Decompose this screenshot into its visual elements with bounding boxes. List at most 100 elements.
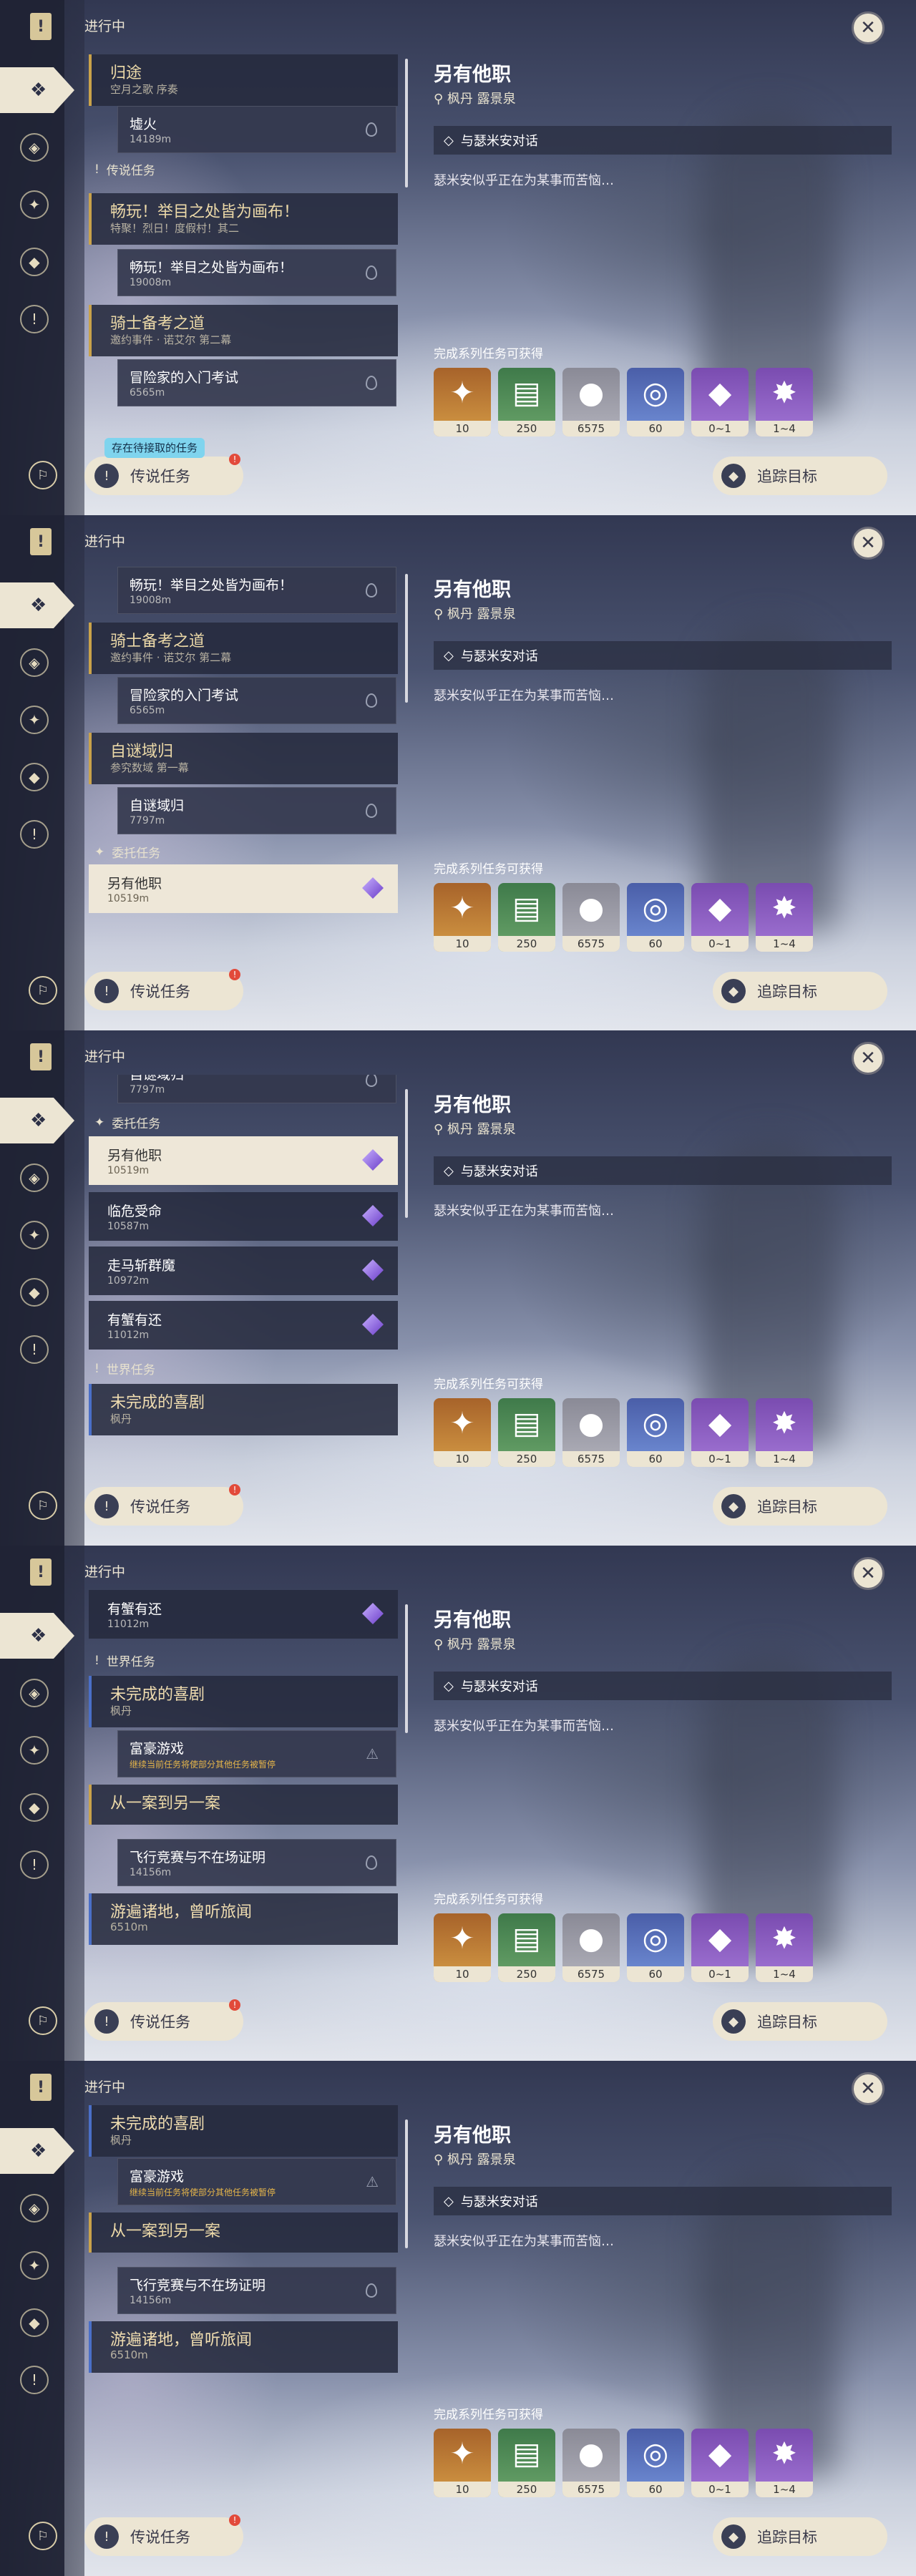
list-scrollbar[interactable] bbox=[405, 574, 408, 703]
commission-tab-icon[interactable]: ◆ bbox=[20, 763, 49, 791]
world-quest-tab-icon[interactable]: ! bbox=[20, 1850, 49, 1879]
legend-quest-tab-icon[interactable]: ✦ bbox=[20, 190, 49, 219]
commission-tab-icon[interactable]: ◆ bbox=[20, 1278, 49, 1307]
reward-item[interactable]: ◎ 60 bbox=[627, 2429, 684, 2497]
reward-item[interactable]: ● 6575 bbox=[562, 368, 620, 436]
quest-log-icon[interactable]: ⚐ bbox=[29, 2522, 57, 2550]
quest-card[interactable]: 未完成的喜剧 枫丹 bbox=[89, 2105, 398, 2157]
commission-tab-icon[interactable]: ◆ bbox=[20, 248, 49, 276]
commission-card[interactable]: 临危受命 10587m bbox=[89, 1192, 398, 1241]
track-objective-button[interactable]: ◆ 追踪目标 bbox=[713, 2517, 887, 2556]
reward-item[interactable]: ▤ 250 bbox=[498, 368, 555, 436]
selected-commission[interactable]: 另有他职 10519m bbox=[89, 864, 398, 913]
list-scrollbar[interactable] bbox=[405, 1604, 408, 1733]
reward-item[interactable]: ✸ 1~4 bbox=[756, 1913, 813, 1982]
all-quests-tab[interactable]: ❖ bbox=[0, 1098, 74, 1143]
world-quest-tab-icon[interactable]: ! bbox=[20, 2366, 49, 2394]
quest-card[interactable]: 从一案到另一案 bbox=[89, 2212, 398, 2253]
quest-card[interactable]: 自谜域归 参究数域 第一幕 bbox=[89, 733, 398, 784]
quest-log-icon[interactable]: ⚐ bbox=[29, 2006, 57, 2035]
reward-item[interactable]: ◆ 0~1 bbox=[691, 368, 749, 436]
quest-step[interactable]: 飞行竞赛与不在场证明 14156m bbox=[117, 2267, 396, 2314]
quest-step[interactable]: 冒险家的入门考试 6565m bbox=[117, 677, 396, 724]
reward-item[interactable]: ◆ 0~1 bbox=[691, 1398, 749, 1467]
quest-card[interactable]: 游遍诸地，曾听旅闻 6510m bbox=[89, 2321, 398, 2373]
track-objective-button[interactable]: ◆ 追踪目标 bbox=[713, 457, 887, 495]
quest-card[interactable]: 未完成的喜剧 枫丹 bbox=[89, 1384, 398, 1435]
archon-quest-tab-icon[interactable]: ◈ bbox=[20, 1163, 49, 1192]
quest-card[interactable]: 骑士备考之道 邀约事件 · 诺艾尔 第二幕 bbox=[89, 623, 398, 674]
close-button[interactable]: ✕ bbox=[852, 2072, 885, 2105]
quest-step[interactable]: 墟火 14189m bbox=[117, 106, 396, 153]
list-scrollbar[interactable] bbox=[405, 1089, 408, 1218]
close-button[interactable]: ✕ bbox=[852, 1557, 885, 1590]
all-quests-tab[interactable]: ❖ bbox=[0, 2128, 74, 2174]
reward-item[interactable]: ◆ 0~1 bbox=[691, 2429, 749, 2497]
quest-step[interactable]: 飞行竞赛与不在场证明 14156m bbox=[117, 1839, 396, 1886]
quest-step[interactable]: 自谜域归 7797m bbox=[117, 787, 396, 834]
quest-log-icon[interactable]: ⚐ bbox=[29, 461, 57, 489]
track-objective-button[interactable]: ◆ 追踪目标 bbox=[713, 1487, 887, 1526]
reward-item[interactable]: ◎ 60 bbox=[627, 883, 684, 952]
quest-step[interactable]: 富豪游戏 继续当前任务将使部分其他任务被暂停 ⚠ bbox=[117, 1730, 396, 1777]
quest-card[interactable]: 游遍诸地，曾听旅闻 6510m bbox=[89, 1893, 398, 1945]
reward-item[interactable]: ◆ 0~1 bbox=[691, 1913, 749, 1982]
quest-step[interactable]: 畅玩！举目之处皆为画布！ 19008m bbox=[117, 567, 396, 614]
legend-quest-tab-icon[interactable]: ✦ bbox=[20, 2251, 49, 2280]
reward-item[interactable]: ✦ 10 bbox=[434, 2429, 491, 2497]
list-scrollbar[interactable] bbox=[405, 59, 408, 187]
reward-item[interactable]: ◆ 0~1 bbox=[691, 883, 749, 952]
world-quest-tab-icon[interactable]: ! bbox=[20, 820, 49, 849]
world-quest-tab-icon[interactable]: ! bbox=[20, 1335, 49, 1364]
reward-item[interactable]: ▤ 250 bbox=[498, 1398, 555, 1467]
all-quests-tab[interactable]: ❖ bbox=[0, 1613, 74, 1659]
reward-item[interactable]: ◎ 60 bbox=[627, 368, 684, 436]
reward-item[interactable]: ✸ 1~4 bbox=[756, 368, 813, 436]
close-button[interactable]: ✕ bbox=[852, 1042, 885, 1075]
reward-item[interactable]: ✦ 10 bbox=[434, 1913, 491, 1982]
reward-item[interactable]: ✸ 1~4 bbox=[756, 883, 813, 952]
track-objective-button[interactable]: ◆ 追踪目标 bbox=[713, 2002, 887, 2041]
legend-quest-tab-icon[interactable]: ✦ bbox=[20, 1736, 49, 1765]
list-scrollbar[interactable] bbox=[405, 2119, 408, 2248]
reward-item[interactable]: ✦ 10 bbox=[434, 1398, 491, 1467]
reward-item[interactable]: ▤ 250 bbox=[498, 883, 555, 952]
reward-item[interactable]: ✸ 1~4 bbox=[756, 2429, 813, 2497]
quest-card[interactable]: 畅玩！举目之处皆为画布！ 特聚！烈日！度假村！其二 bbox=[89, 193, 398, 245]
reward-item[interactable]: ▤ 250 bbox=[498, 1913, 555, 1982]
reward-item[interactable]: ▤ 250 bbox=[498, 2429, 555, 2497]
commission-tab-icon[interactable]: ◆ bbox=[20, 2308, 49, 2337]
legend-quests-button[interactable]: ! 传说任务 bbox=[84, 2517, 243, 2556]
selected-commission[interactable]: 另有他职 10519m bbox=[89, 1136, 398, 1185]
archon-quest-tab-icon[interactable]: ◈ bbox=[20, 648, 49, 677]
quest-step[interactable]: 冒险家的入门考试 6565m bbox=[117, 359, 396, 406]
archon-quest-tab-icon[interactable]: ◈ bbox=[20, 1679, 49, 1707]
quest-step[interactable]: 自谜域归 7797m bbox=[117, 1075, 396, 1103]
archon-quest-tab-icon[interactable]: ◈ bbox=[20, 133, 49, 162]
quest-card[interactable]: 从一案到另一案 bbox=[89, 1785, 398, 1825]
legend-quests-button[interactable]: ! 传说任务 bbox=[84, 2002, 243, 2041]
commission-tab-icon[interactable]: ◆ bbox=[20, 1793, 49, 1822]
close-button[interactable]: ✕ bbox=[852, 527, 885, 560]
quest-step[interactable]: 畅玩！举目之处皆为画布！ 19008m bbox=[117, 249, 396, 296]
commission-card[interactable]: 有蟹有还 11012m bbox=[89, 1590, 398, 1639]
track-objective-button[interactable]: ◆ 追踪目标 bbox=[713, 972, 887, 1010]
reward-item[interactable]: ◎ 60 bbox=[627, 1913, 684, 1982]
quest-log-icon[interactable]: ⚐ bbox=[29, 976, 57, 1005]
archon-quest-tab-icon[interactable]: ◈ bbox=[20, 2194, 49, 2223]
quest-card[interactable]: 骑士备考之道 邀约事件 · 诺艾尔 第二幕 bbox=[89, 305, 398, 356]
all-quests-tab[interactable]: ❖ bbox=[0, 67, 74, 113]
reward-item[interactable]: ● 6575 bbox=[562, 1398, 620, 1467]
quest-log-icon[interactable]: ⚐ bbox=[29, 1491, 57, 1520]
legend-quests-button[interactable]: ! 传说任务 bbox=[84, 457, 243, 495]
reward-item[interactable]: ● 6575 bbox=[562, 883, 620, 952]
quest-card[interactable]: 未完成的喜剧 枫丹 bbox=[89, 1676, 398, 1727]
commission-card[interactable]: 走马斩群魔 10972m bbox=[89, 1246, 398, 1295]
reward-item[interactable]: ● 6575 bbox=[562, 2429, 620, 2497]
reward-item[interactable]: ✸ 1~4 bbox=[756, 1398, 813, 1467]
reward-item[interactable]: ✦ 10 bbox=[434, 368, 491, 436]
reward-item[interactable]: ✦ 10 bbox=[434, 883, 491, 952]
reward-item[interactable]: ◎ 60 bbox=[627, 1398, 684, 1467]
quest-card[interactable]: 归途 空月之歌 序奏 bbox=[89, 54, 398, 106]
quest-step[interactable]: 富豪游戏 继续当前任务将使部分其他任务被暂停 ⚠ bbox=[117, 2158, 396, 2205]
